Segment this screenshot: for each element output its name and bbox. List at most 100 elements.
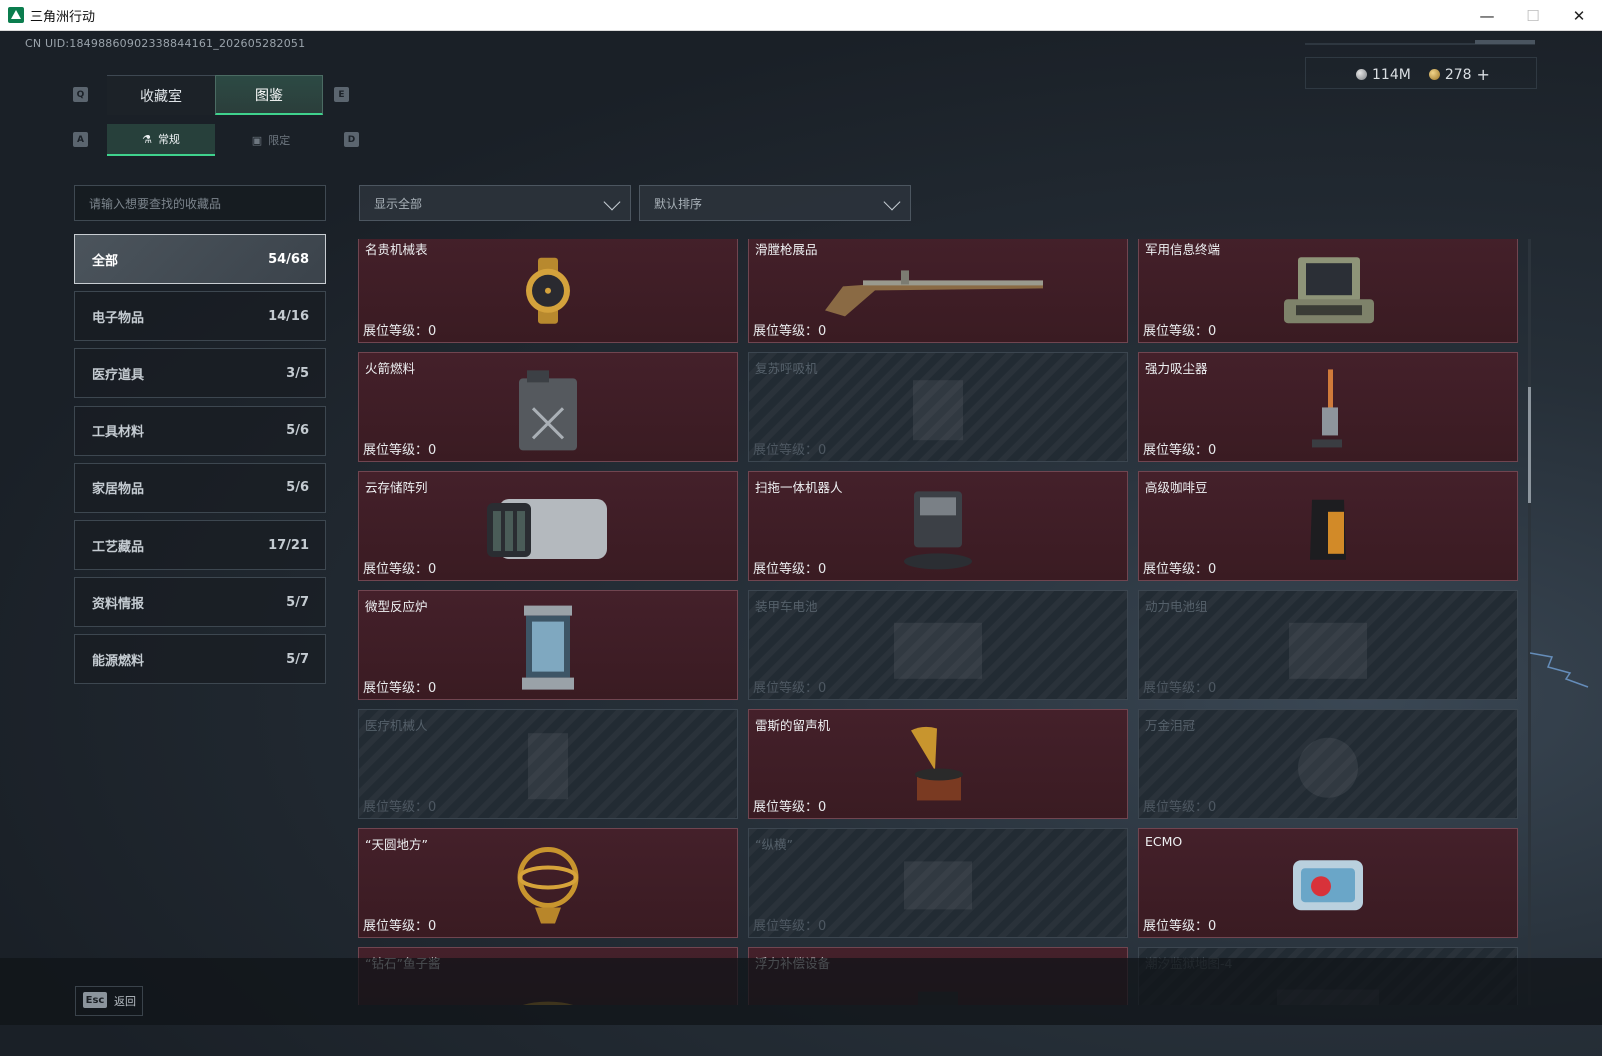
sort-dropdown[interactable]: 默认排序 (639, 185, 911, 221)
med-robot-icon (518, 727, 578, 807)
card-name: 微型反应炉 (365, 599, 428, 614)
card-name: 万金泪冠 (1145, 718, 1196, 733)
category-count: 17/21 (268, 537, 309, 553)
card-level-label: 展位等级： (1143, 324, 1209, 339)
card-level-value: 0 (1208, 443, 1217, 458)
card-name: 装甲车电池 (755, 599, 818, 614)
crown-icon (1288, 732, 1368, 802)
category-count: 54/68 (268, 251, 309, 267)
card-level-value: 0 (428, 681, 437, 696)
collection-card[interactable]: 强力吸尘器 展位等级：0 (1138, 352, 1518, 462)
collection-card[interactable]: 扫拖一体机器人 展位等级：0 (748, 471, 1128, 581)
key-hint-q: Q (73, 87, 88, 102)
card-level: 展位等级：0 (753, 796, 826, 815)
category-item[interactable]: 资料情报 5/7 (74, 577, 326, 628)
collection-card[interactable]: 火箭燃料 展位等级：0 (358, 352, 738, 462)
minimize-button[interactable]: — (1464, 0, 1510, 31)
tab-regular[interactable]: ⚗ 常规 (107, 124, 215, 156)
collection-card[interactable]: 复苏呼吸机 展位等级：0 (748, 352, 1128, 462)
category-count: 5/6 (286, 480, 309, 496)
battery-pack-icon (1283, 613, 1373, 683)
card-level-value: 0 (818, 443, 827, 458)
card-level-label: 展位等级： (363, 681, 429, 696)
card-level-value: 0 (428, 324, 437, 339)
collection-card[interactable]: 军用信息终端 展位等级：0 (1138, 239, 1518, 343)
category-item[interactable]: 能源燃料 5/7 (74, 634, 326, 685)
card-level: 展位等级：0 (753, 320, 826, 339)
collection-card[interactable]: “天圆地方” 展位等级：0 (358, 828, 738, 938)
card-level: 展位等级：0 (1143, 915, 1216, 934)
card-level: 展位等级：0 (1143, 677, 1216, 696)
scrollbar-thumb[interactable] (1528, 387, 1531, 503)
card-level: 展位等级：0 (753, 439, 826, 458)
key-hint-e: E (334, 87, 349, 102)
card-level-value: 0 (818, 919, 827, 934)
category-label: 家居物品 (92, 482, 145, 498)
card-level: 展位等级：0 (1143, 439, 1216, 458)
card-name: ECMO (1145, 834, 1183, 849)
category-item[interactable]: 工艺藏品 17/21 (74, 520, 326, 570)
tab-catalog[interactable]: 图鉴 (215, 75, 323, 115)
collection-card[interactable]: ECMO 展位等级：0 (1138, 828, 1518, 938)
collection-card[interactable]: 云存储阵列 展位等级：0 (358, 471, 738, 581)
tab-regular-label: 常规 (157, 133, 180, 146)
category-count: 5/7 (286, 651, 309, 667)
currency-bar: 114M 278 + (1356, 65, 1490, 84)
card-level-value: 0 (428, 443, 437, 458)
card-level: 展位等级：0 (363, 796, 436, 815)
window-title: 三角洲行动 (30, 9, 96, 25)
category-item[interactable]: 电子物品 14/16 (74, 291, 326, 342)
card-name: “纵横” (755, 837, 793, 852)
app-logo-icon (8, 7, 24, 23)
collection-card[interactable]: “纵横” 展位等级：0 (748, 828, 1128, 938)
collection-card[interactable]: 万金泪冠展位等级：0 (1138, 709, 1518, 819)
card-level-value: 0 (818, 562, 827, 577)
card-name: 火箭燃料 (365, 361, 416, 376)
maximize-button[interactable]: ☐ (1510, 0, 1556, 31)
card-level: 展位等级：0 (363, 558, 436, 577)
storage-array-icon (483, 491, 613, 567)
card-level: 展位等级：0 (1143, 796, 1216, 815)
category-item[interactable]: 医疗道具 3/5 (74, 348, 326, 399)
card-level: 展位等级：0 (753, 558, 826, 577)
collection-card[interactable]: 滑膛枪展品 展位等级：0 (748, 239, 1128, 343)
category-item[interactable]: 家居物品 5/6 (74, 462, 326, 513)
key-hint-a: A (73, 132, 88, 147)
gold-coin-icon (1428, 69, 1440, 80)
game-viewport: CN UID:18498860902338844161_202605282051… (0, 31, 1602, 1056)
card-level-value: 0 (1208, 324, 1217, 339)
category-item[interactable]: 全部 54/68 (74, 234, 326, 284)
card-name: “天圆地方” (365, 837, 428, 852)
category-item[interactable]: 工具材料 5/6 (74, 405, 326, 456)
category-label: 电子物品 (92, 310, 145, 326)
tab-limited-label: 限定 (268, 134, 291, 147)
flask-icon: ⚗ (142, 132, 152, 146)
collection-card[interactable]: 名贵机械表 展位等级：0 (358, 239, 738, 343)
collection-card[interactable]: 动力电池组 展位等级：0 (1138, 590, 1518, 700)
collection-card[interactable]: 雷斯的留声机 展位等级：0 (748, 709, 1128, 819)
tab-collection-room[interactable]: 收藏室 (107, 75, 215, 115)
card-level-label: 展位等级： (753, 562, 819, 577)
card-level-value: 0 (1208, 919, 1217, 934)
close-button[interactable]: ✕ (1556, 0, 1602, 31)
card-name: 高级咖啡豆 (1145, 480, 1208, 495)
filter-dropdown-value: 显示全部 (374, 196, 423, 211)
tab-limited[interactable]: ▣ 限定 (217, 124, 325, 156)
collection-card[interactable]: 医疗机械人 展位等级：0 (358, 709, 738, 819)
key-hint-d: D (344, 132, 359, 147)
card-name: 扫拖一体机器人 (755, 480, 843, 495)
add-currency-button[interactable]: + (1477, 65, 1490, 84)
collection-card[interactable]: 微型反应炉展位等级：0 (358, 590, 738, 700)
collection-card[interactable]: 高级咖啡豆展位等级：0 (1138, 471, 1518, 581)
watch-icon (516, 256, 580, 326)
search-input[interactable]: 请输入想要查找的收藏品 (74, 185, 326, 221)
card-level: 展位等级：0 (753, 915, 826, 934)
card-level: 展位等级：0 (1143, 558, 1216, 577)
sort-dropdown-value: 默认排序 (654, 196, 703, 211)
card-level-label: 展位等级： (363, 562, 429, 577)
card-level-label: 展位等级： (1143, 919, 1209, 934)
currency-silver-value: 114M (1372, 66, 1411, 83)
scrollbar-track[interactable] (1528, 239, 1531, 1005)
filter-dropdown[interactable]: 显示全部 (359, 185, 631, 221)
collection-card[interactable]: 装甲车电池 展位等级：0 (748, 590, 1128, 700)
